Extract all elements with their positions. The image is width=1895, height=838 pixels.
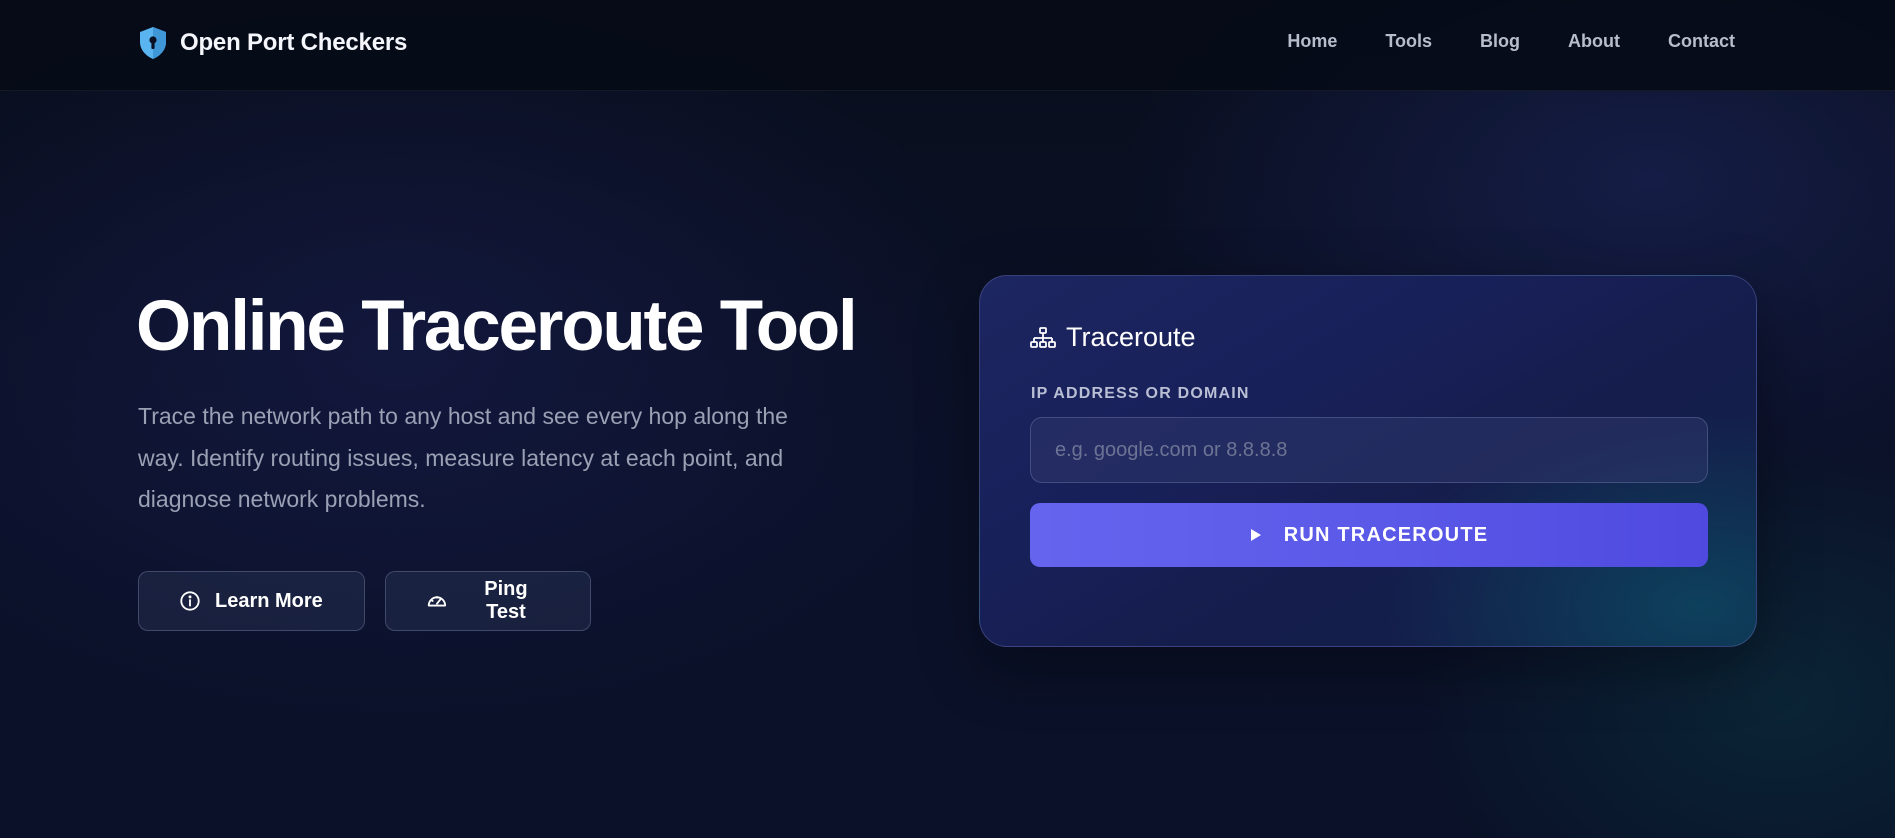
nav-link-about[interactable]: About — [1568, 31, 1620, 52]
brand-logo-link[interactable]: Open Port Checkers — [138, 26, 407, 60]
nav-link-tools[interactable]: Tools — [1385, 31, 1432, 52]
nav-link-blog[interactable]: Blog — [1480, 31, 1520, 52]
ip-domain-label: IP ADDRESS OR DOMAIN — [1031, 385, 1250, 402]
speedometer-icon — [427, 595, 447, 607]
main-nav: Home Tools Blog About Contact — [1287, 31, 1735, 52]
ip-domain-input[interactable] — [1030, 417, 1708, 483]
brand-name: Open Port Checkers — [180, 29, 408, 56]
hero-actions: Learn More Ping Test — [138, 571, 591, 631]
learn-more-label: Learn More — [215, 589, 323, 612]
run-traceroute-button[interactable]: RUN TRACEROUTE — [1030, 503, 1708, 567]
play-icon — [1250, 529, 1261, 541]
traceroute-card: Traceroute IP ADDRESS OR DOMAIN RUN TRAC… — [979, 275, 1757, 647]
hero-description: Trace the network path to any host and s… — [138, 403, 788, 512]
learn-more-button[interactable]: Learn More — [138, 571, 365, 631]
page: Open Port Checkers Home Tools Blog About… — [0, 0, 1895, 838]
card-header: Traceroute — [1030, 322, 1196, 353]
nav-link-home[interactable]: Home — [1287, 31, 1337, 52]
top-navbar: Open Port Checkers Home Tools Blog About… — [0, 0, 1895, 91]
page-title: Online Traceroute Tool — [136, 287, 858, 366]
ping-test-button[interactable]: Ping Test — [385, 571, 591, 631]
network-diagram-icon — [1030, 326, 1056, 348]
run-traceroute-label: RUN TRACEROUTE — [1283, 523, 1489, 546]
shield-lock-icon — [140, 27, 166, 59]
nav-link-contact[interactable]: Contact — [1668, 31, 1735, 52]
info-circle-icon — [180, 591, 200, 611]
ping-test-label: Ping Test — [484, 578, 528, 623]
card-title: Traceroute — [1066, 322, 1196, 352]
